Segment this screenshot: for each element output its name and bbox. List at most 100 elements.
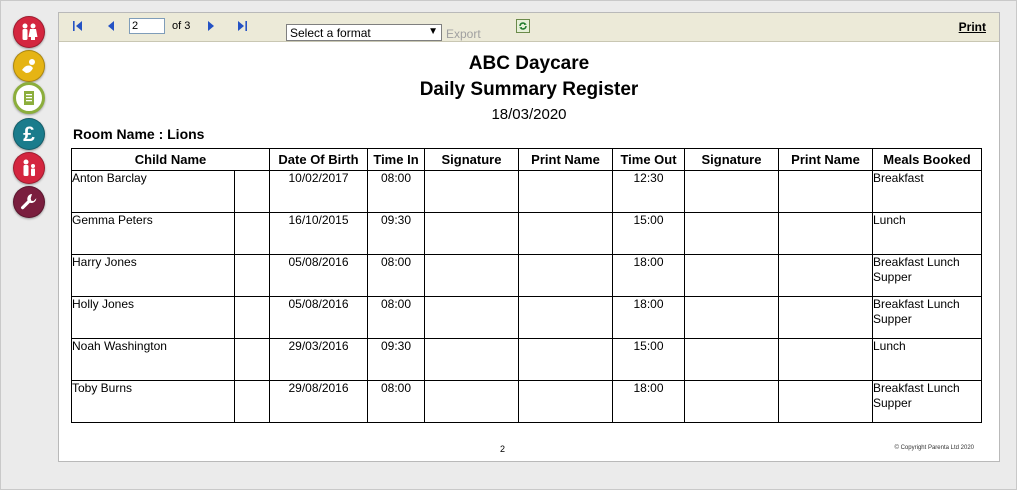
report-toolbar: of 3 Select a format ▼ Export Print [59, 13, 999, 42]
dob-cell: 10/02/2017 [269, 170, 368, 213]
col-child-name: Child Name [71, 148, 270, 171]
register-table: Child Name Date Of Birth Time In Signatu… [71, 148, 982, 423]
register-icon[interactable] [13, 82, 45, 114]
signature-cell [684, 296, 779, 339]
col-signature-in: Signature [424, 148, 519, 171]
signature-cell [424, 254, 519, 297]
room-name: Room Name : Lions [73, 126, 205, 142]
app-frame: £ of 3 Select a format ▼ Export Print AB… [0, 0, 1017, 490]
child-name-cell: Gemma Peters [71, 212, 235, 255]
signature-cell [424, 212, 519, 255]
table-row: Gemma Peters 16/10/2015 09:30 15:00 Lunc… [71, 212, 982, 255]
dob-cell: 05/08/2016 [269, 296, 368, 339]
table-row: Noah Washington 29/03/2016 09:30 15:00 L… [71, 338, 982, 381]
dob-cell: 05/08/2016 [269, 254, 368, 297]
print-name-cell [518, 212, 613, 255]
signature-cell [424, 380, 519, 423]
col-date-of-birth: Date Of Birth [269, 148, 368, 171]
wrench-icon[interactable] [13, 186, 45, 218]
report-page: ABC Daycare Daily Summary Register 18/03… [59, 42, 999, 461]
time-out-cell: 15:00 [612, 212, 685, 255]
time-out-cell: 18:00 [612, 380, 685, 423]
family-icon[interactable] [13, 16, 45, 48]
table-row: Anton Barclay 10/02/2017 08:00 12:30 Bre… [71, 170, 982, 213]
signature-cell [684, 212, 779, 255]
blank-cell [234, 296, 270, 339]
print-name-cell [518, 254, 613, 297]
print-name-cell [778, 338, 873, 381]
table-header-row: Child Name Date Of Birth Time In Signatu… [71, 148, 982, 171]
table-row: Toby Burns 29/08/2016 08:00 18:00 Breakf… [71, 380, 982, 423]
signature-cell [424, 338, 519, 381]
first-page-icon[interactable] [71, 19, 85, 33]
print-name-cell [778, 296, 873, 339]
signature-cell [684, 170, 779, 213]
copyright-text: © Copyright Parenta Ltd 2020 [894, 445, 974, 451]
report-viewer: of 3 Select a format ▼ Export Print ABC … [58, 12, 1000, 462]
time-in-cell: 09:30 [367, 212, 425, 255]
dob-cell: 29/08/2016 [269, 380, 368, 423]
next-page-icon[interactable] [204, 19, 218, 33]
print-name-cell [518, 296, 613, 339]
export-link[interactable]: Export [446, 27, 481, 41]
blank-cell [234, 170, 270, 213]
report-date: 18/03/2020 [491, 106, 567, 123]
print-name-cell [518, 170, 613, 213]
report-title: ABC Daycare [468, 53, 590, 74]
print-name-cell [778, 380, 873, 423]
time-out-cell: 12:30 [612, 170, 685, 213]
time-in-cell: 08:00 [367, 170, 425, 213]
dob-cell: 16/10/2015 [269, 212, 368, 255]
time-out-cell: 18:00 [612, 296, 685, 339]
last-page-icon[interactable] [235, 19, 249, 33]
print-name-cell [778, 170, 873, 213]
blank-cell [234, 338, 270, 381]
child-name-cell: Anton Barclay [71, 170, 235, 213]
meals-cell: Breakfast Lunch Supper [872, 254, 982, 297]
child-icon[interactable] [13, 152, 45, 184]
child-name-cell: Noah Washington [71, 338, 235, 381]
pound-icon[interactable]: £ [13, 118, 45, 150]
time-in-cell: 08:00 [367, 296, 425, 339]
table-row: Harry Jones 05/08/2016 08:00 18:00 Break… [71, 254, 982, 297]
table-row: Holly Jones 05/08/2016 08:00 18:00 Break… [71, 296, 982, 339]
col-meals-booked: Meals Booked [872, 148, 982, 171]
time-in-cell: 09:30 [367, 338, 425, 381]
format-select-value: Select a format [290, 26, 371, 40]
print-name-cell [778, 212, 873, 255]
dropdown-arrow-icon: ▼ [428, 26, 438, 37]
time-in-cell: 08:00 [367, 254, 425, 297]
meals-cell: Breakfast Lunch Supper [872, 296, 982, 339]
refresh-icon[interactable] [516, 19, 530, 33]
child-name-cell: Toby Burns [71, 380, 235, 423]
baby-icon[interactable] [13, 50, 45, 82]
time-out-cell: 15:00 [612, 338, 685, 381]
child-name-cell: Harry Jones [71, 254, 235, 297]
format-select[interactable]: Select a format ▼ [286, 24, 442, 41]
child-name-cell: Holly Jones [71, 296, 235, 339]
col-print-name-in: Print Name [518, 148, 613, 171]
time-in-cell: 08:00 [367, 380, 425, 423]
signature-cell [684, 338, 779, 381]
previous-page-icon[interactable] [104, 19, 118, 33]
dob-cell: 29/03/2016 [269, 338, 368, 381]
col-signature-out: Signature [684, 148, 779, 171]
col-print-name-out: Print Name [778, 148, 873, 171]
col-time-in: Time In [367, 148, 425, 171]
col-time-out: Time Out [612, 148, 685, 171]
meals-cell: Lunch [872, 212, 982, 255]
signature-cell [424, 170, 519, 213]
print-name-cell [518, 338, 613, 381]
blank-cell [234, 254, 270, 297]
signature-cell [424, 296, 519, 339]
blank-cell [234, 380, 270, 423]
report-subtitle: Daily Summary Register [419, 79, 639, 100]
page-count-label: of 3 [172, 20, 191, 32]
page-number-input[interactable] [129, 18, 165, 34]
print-link[interactable]: Print [959, 20, 986, 34]
meals-cell: Lunch [872, 338, 982, 381]
signature-cell [684, 380, 779, 423]
time-out-cell: 18:00 [612, 254, 685, 297]
meals-cell: Breakfast Lunch Supper [872, 380, 982, 423]
signature-cell [684, 254, 779, 297]
